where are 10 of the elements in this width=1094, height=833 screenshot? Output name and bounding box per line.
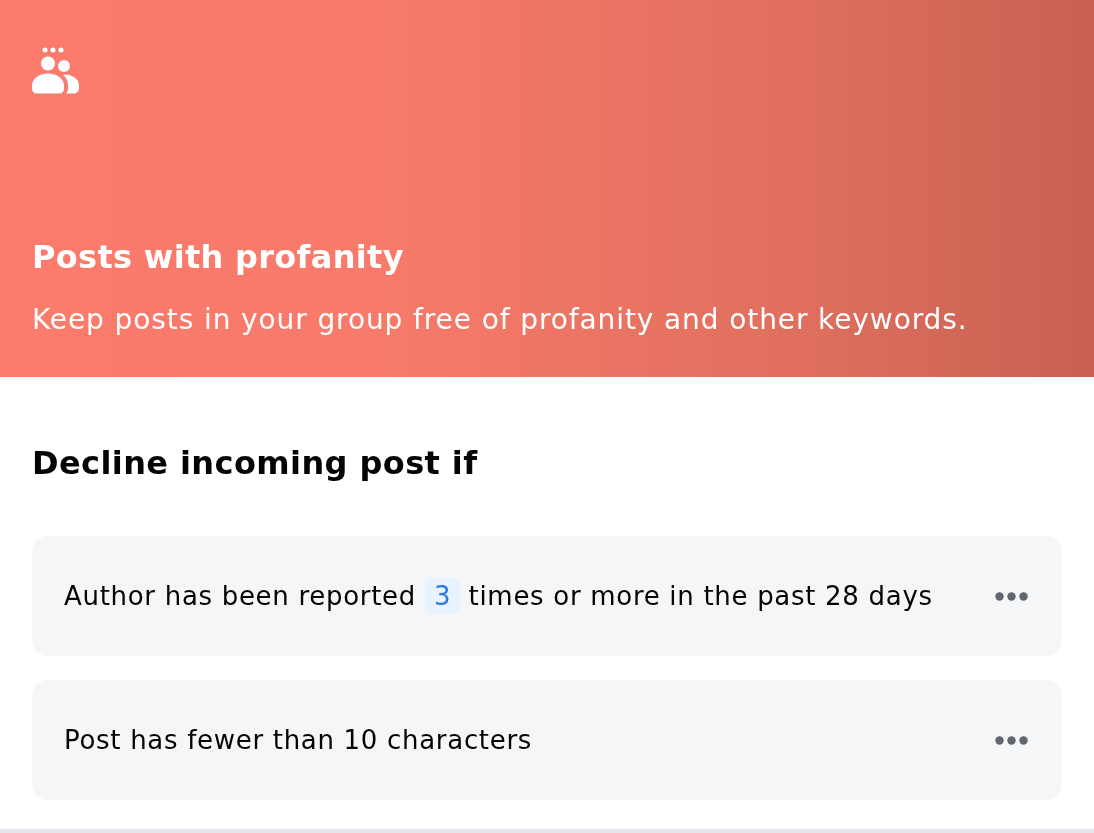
more-icon[interactable] <box>995 735 1028 745</box>
count-chip[interactable]: 3 <box>425 578 460 614</box>
rule-text: times or more in the past 28 days <box>468 580 933 613</box>
section-title: Decline incoming post if <box>32 443 479 484</box>
rule-text: Post has fewer than 10 characters <box>64 724 533 757</box>
more-icon[interactable] <box>995 591 1028 601</box>
rule-text: Author has been reported <box>64 580 416 613</box>
banner-title: Posts with profanity <box>32 237 405 277</box>
banner-description: Keep posts in your group free of profanity and other keywords. <box>32 303 969 337</box>
group-icon <box>32 47 79 94</box>
